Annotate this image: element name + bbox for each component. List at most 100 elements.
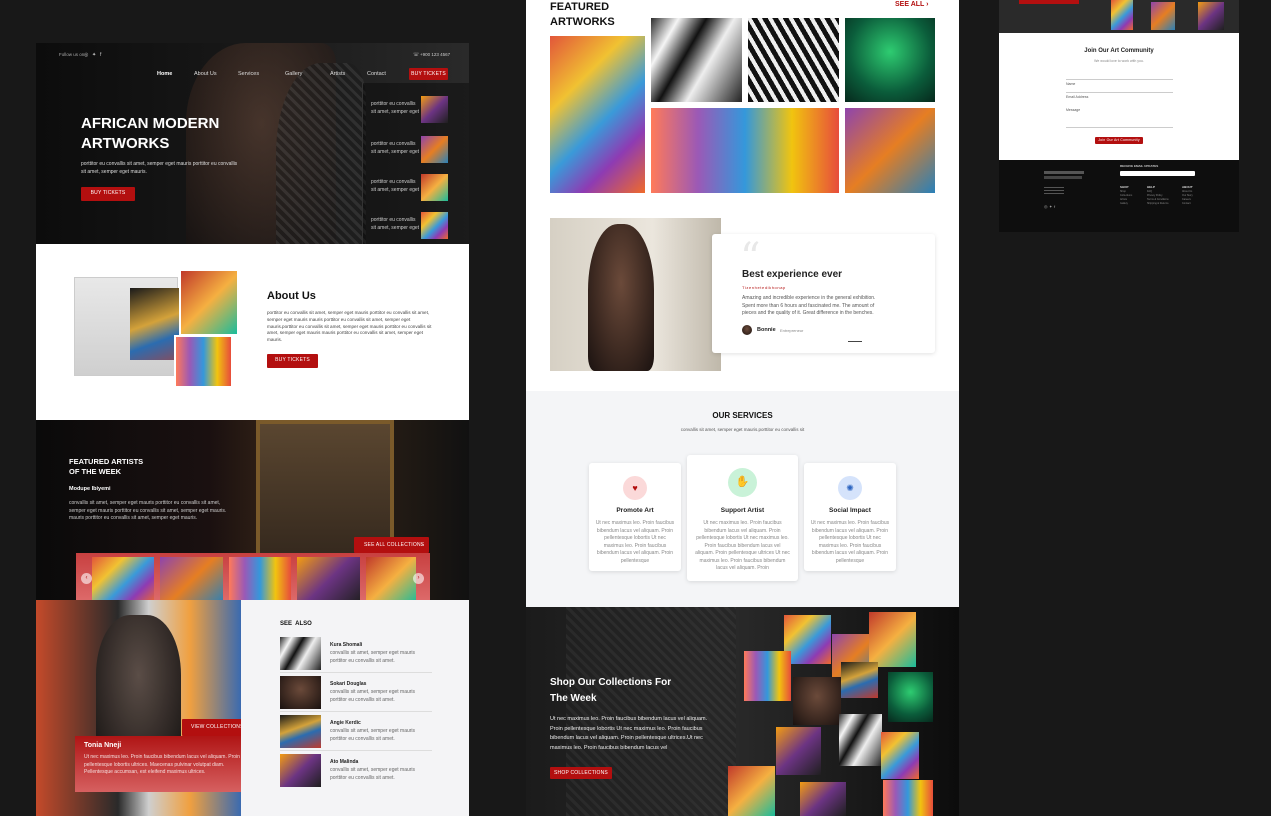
shop-tile-1[interactable]	[784, 615, 831, 664]
about-section: About Us porttitor eu convallis sit amet…	[36, 244, 469, 420]
shop-tile-11[interactable]	[728, 766, 775, 816]
footer-instagram-icon[interactable]: ◎	[1044, 204, 1048, 209]
nav-about[interactable]: About Us	[194, 71, 217, 77]
artwork-tile-2[interactable]	[651, 18, 742, 102]
artist-thumb	[280, 637, 321, 670]
services-sub: convallis sit amet, semper eget mauris.p…	[680, 427, 805, 432]
shop-tile-12[interactable]	[800, 782, 846, 816]
nav-home[interactable]: Home	[157, 71, 172, 77]
side-item-1[interactable]: porttitor eu convallis sit amet, semper …	[363, 96, 469, 126]
gallery-photo-3	[179, 269, 239, 336]
shop-tile-7[interactable]	[888, 672, 933, 722]
services-title: OUR SERVICES	[712, 411, 773, 420]
carousel-prev-icon[interactable]: ‹	[81, 573, 92, 584]
woman-portrait	[588, 224, 654, 371]
footer-about-text	[1044, 176, 1082, 179]
shop-bg-pattern	[566, 607, 736, 816]
services-section: OUR SERVICES convallis sit amet, semper …	[526, 391, 959, 607]
testimonial-title: Best experience ever	[742, 269, 843, 280]
see-all-collections-button[interactable]: SEE ALL COLLECTIONS ›	[354, 537, 429, 553]
heart-icon: ♥	[623, 476, 647, 500]
twitter-icon[interactable]: ✦	[92, 52, 96, 58]
tonia-card: Tonia Nneji Ut nec maximus leo. Proin fa…	[75, 736, 252, 792]
email-field[interactable]: Email Address	[1066, 85, 1173, 99]
about-buy-tickets-button[interactable]: BUY TICKETS	[267, 354, 318, 368]
join-community-button[interactable]: Join Our Art Community	[1095, 137, 1143, 144]
nav-services[interactable]: Services	[238, 71, 259, 77]
shop-tile-5[interactable]	[793, 677, 841, 725]
carousel-art-1[interactable]	[92, 557, 154, 604]
side-item-2[interactable]: porttitor eu convallis sit amet, semper …	[363, 136, 469, 166]
artwork-tile-5[interactable]	[651, 108, 839, 193]
side-item-thumb	[421, 96, 448, 123]
community-title: Join Our Art Community	[1084, 48, 1154, 54]
slider-arrow-icon[interactable]	[848, 341, 862, 342]
instagram-icon[interactable]: ◎	[84, 52, 88, 58]
nav-artists[interactable]: Artists	[330, 71, 345, 77]
artwork-tile-3[interactable]	[748, 18, 839, 102]
nav-gallery[interactable]: Gallery	[285, 71, 302, 77]
artwork-tile-6[interactable]	[845, 108, 935, 193]
carousel-art-3[interactable]	[229, 557, 291, 604]
carousel-art-2[interactable]	[160, 557, 223, 604]
about-text: porttitor eu convallis sit amet, semper …	[267, 310, 432, 343]
side-item-4[interactable]: porttitor eu convallis sit amet, semper …	[363, 212, 469, 242]
service-card-support[interactable]: ✋ Support Artist Ut nec maximus leo. Pro…	[687, 455, 798, 581]
shop-collections-button[interactable]: SHOP COLLECTIONS	[550, 767, 612, 779]
footer-col-shop: SHOP Shop Collections Artists Gallery	[1120, 185, 1133, 205]
shop-tile-8[interactable]	[776, 727, 821, 775]
side-item-thumb	[421, 212, 448, 239]
community-sub: We would love to work with you.	[1094, 59, 1144, 63]
carousel-art-5[interactable]	[366, 557, 416, 604]
shop-tile-9[interactable]	[839, 714, 882, 766]
shop-tile-6[interactable]	[841, 662, 878, 698]
strip-art-2	[1151, 2, 1175, 30]
hero-buy-tickets-button[interactable]: BUY TICKETS	[81, 187, 135, 201]
footer-facebook-icon[interactable]: f	[1054, 204, 1055, 209]
carousel-next-icon[interactable]: ›	[413, 573, 424, 584]
name-field[interactable]: Name	[1066, 72, 1173, 86]
middle-page: FEATURED ARTWORKS SEE ALL › “ Best exper…	[526, 0, 959, 816]
artwork-tile-1[interactable]	[550, 36, 645, 193]
shop-tile-4[interactable]	[744, 651, 791, 701]
phone-icon: ☏	[413, 52, 420, 58]
footer: ◎ ✦ f RECEIVE EMAIL UPDATES SHOP Shop Co…	[999, 160, 1239, 232]
globe-icon: ✺	[838, 476, 862, 500]
featured-title: FEATURED ARTISTS OF THE WEEK	[69, 457, 144, 476]
facebook-icon[interactable]: f	[100, 52, 101, 58]
about-title: About Us	[267, 290, 316, 302]
featured-artist-name: Modupe Ibiyemi	[69, 486, 111, 492]
chevron-right-icon: ›	[421, 542, 423, 548]
see-also-item-4[interactable]: Ato Malinda convallis sit amet, semper e…	[280, 754, 432, 790]
footer-twitter-icon[interactable]: ✦	[1049, 204, 1052, 209]
nav-buy-tickets-button[interactable]: BUY TICKETS	[409, 68, 448, 80]
carousel-art-4[interactable]	[297, 557, 360, 604]
side-item-thumb	[421, 174, 448, 201]
nav-contact[interactable]: Contact	[367, 71, 386, 77]
message-field[interactable]: Message	[1066, 98, 1173, 128]
gallery-photo-4	[174, 335, 233, 388]
footer-col-help: HELP FAQ Privacy Policy Terms & Conditio…	[1147, 185, 1169, 205]
see-also-item-2[interactable]: Sokari Douglas convallis sit amet, sempe…	[280, 676, 432, 712]
side-item-3[interactable]: porttitor eu convallis sit amet, semper …	[363, 174, 469, 204]
hand-icon: ✋	[728, 468, 757, 497]
see-also-item-1[interactable]: Kura Shomali convallis sit amet, semper …	[280, 637, 432, 673]
shop-text: Ut nec maximus leo. Proin faucibus biben…	[550, 716, 708, 751]
service-card-promote[interactable]: ♥ Promote Art Ut nec maximus leo. Proin …	[589, 463, 681, 571]
hero-text: porttitor eu convallis sit amet, semper …	[81, 161, 238, 175]
see-also-item-3[interactable]: Angie Kerdic convallis sit amet, semper …	[280, 715, 432, 751]
newsletter-input[interactable]	[1120, 171, 1195, 176]
see-all-link[interactable]: SEE ALL ›	[895, 1, 928, 8]
shop-tile-13[interactable]	[883, 780, 933, 816]
hero-title: AFRICAN MODERN ARTWORKS	[81, 115, 220, 152]
shop-tile-3[interactable]	[869, 612, 916, 667]
artwork-tile-4[interactable]	[845, 18, 935, 102]
service-card-impact[interactable]: ✺ Social Impact Ut nec maximus leo. Proi…	[804, 463, 896, 571]
artist-thumb	[280, 676, 321, 709]
shop-title: Shop Our Collections For The Week	[550, 677, 672, 704]
footer-contact	[1044, 187, 1064, 195]
reviewer-avatar	[742, 325, 752, 335]
shop-section: Shop Our Collections For The Week Ut nec…	[526, 607, 959, 816]
shop-tile-10[interactable]	[881, 732, 919, 779]
follow-label: Follow us on	[59, 52, 85, 57]
